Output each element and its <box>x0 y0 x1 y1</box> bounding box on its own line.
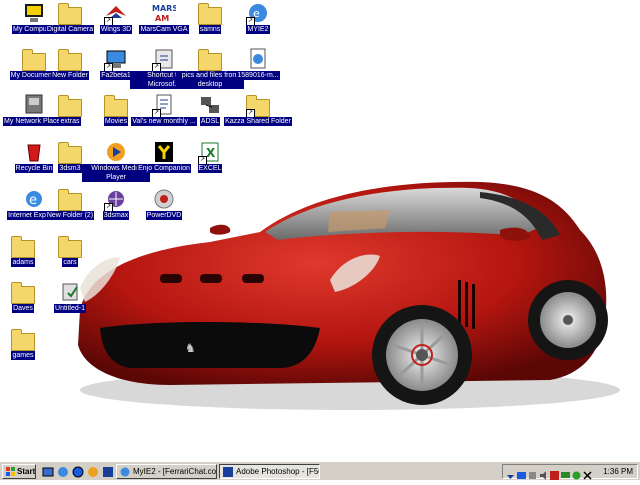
start-label: Start <box>17 467 36 476</box>
folder-icon: ↗ <box>246 94 270 118</box>
tray-arrow-icon[interactable] <box>506 467 515 479</box>
folder-icon <box>198 2 222 26</box>
desktop-icon-label: 1589016-m... <box>236 71 280 80</box>
desktop-icon-label: extras <box>59 117 81 126</box>
desktop-icon-label: games <box>11 351 35 360</box>
desktop-icon-label: samns <box>198 25 222 34</box>
taskbar: Start MyIE2 - [FerrariChat.com: ... Adob… <box>0 461 640 480</box>
adsl-icon <box>198 94 222 118</box>
excel-icon: X ↗ <box>198 141 222 165</box>
desktop-icon-label: Fa2beta1 <box>100 71 132 80</box>
desktop-icon-powerdvd[interactable]: PowerDVD <box>130 188 198 234</box>
3dsmax-icon: ↗ <box>104 188 128 212</box>
desktop-icon-games[interactable]: games <box>0 328 57 374</box>
tray-web-icon[interactable] <box>517 467 526 479</box>
shortcut-icon: ↗ <box>152 48 176 72</box>
folder-icon <box>11 235 35 259</box>
desktop-icon-label: Untitled-1 <box>54 304 86 313</box>
desktop-icon-label: Wings 3D <box>99 25 133 34</box>
desktop-icon-label: Daves <box>12 304 34 313</box>
desktop-icon-label: cars <box>62 258 78 267</box>
folder-icon <box>104 94 128 118</box>
tray-volume-icon[interactable] <box>539 467 548 480</box>
desktop-icon-label: 3dsm3 <box>58 164 82 173</box>
taskbar-button-myie2[interactable]: MyIE2 - [FerrariChat.com: ... <box>116 464 217 479</box>
desktop-icon-label: 3dsmax <box>102 211 130 220</box>
desktop-icon-label: EXCEL <box>197 164 223 173</box>
system-tray: 1:36 PM <box>502 464 638 480</box>
enjo-icon <box>152 141 176 165</box>
desktop-icon-label: PowerDVD <box>145 211 183 220</box>
powerdvd-icon <box>152 188 176 212</box>
desktop: ♞ My Computer Digital Camera ↗ Wings 3D … <box>0 0 640 461</box>
myie2-icon <box>120 467 130 477</box>
desktop-icon-1589016[interactable]: 1589016-m... <box>224 48 292 94</box>
document-icon: ↗ <box>152 94 176 118</box>
folder-icon <box>58 94 82 118</box>
marscam-icon: MARS AM <box>152 2 178 26</box>
desktop-icon-label: Movies <box>103 117 129 126</box>
photoshop-file-icon <box>58 281 82 305</box>
fa2beta1-icon: ↗ <box>104 48 128 72</box>
outlook-icon[interactable] <box>72 465 84 478</box>
svg-text:MARS: MARS <box>152 4 176 13</box>
media-player-icon[interactable] <box>87 465 99 477</box>
start-button[interactable]: Start <box>2 464 36 479</box>
folder-icon <box>198 48 222 72</box>
tray-close-icon[interactable] <box>583 467 592 480</box>
web-file-icon <box>246 48 270 72</box>
folder-icon <box>11 281 35 305</box>
folder-icon <box>58 235 82 259</box>
tray-antivirus-icon[interactable] <box>550 467 559 480</box>
media-player-icon <box>104 141 128 165</box>
desktop-icon-excel[interactable]: X ↗ EXCEL <box>176 141 244 187</box>
desktop-icon-label: ADSL <box>199 117 221 126</box>
folder-icon <box>58 141 82 165</box>
desktop-icon-myie2[interactable]: e ↗ MYIE2 <box>224 2 292 48</box>
svg-text:AM: AM <box>155 14 169 23</box>
folder-icon <box>58 48 82 72</box>
tray-messenger-icon[interactable] <box>572 467 581 480</box>
svg-text:♞: ♞ <box>185 341 196 355</box>
tray-network-icon[interactable] <box>528 467 537 479</box>
svg-text:X: X <box>206 146 216 160</box>
desktop-icon-label: MYIE2 <box>246 25 270 34</box>
photoshop-icon <box>223 467 233 477</box>
desktop-icon-untitled-1[interactable]: Untitled-1 <box>36 281 104 327</box>
desktop-icon-label: Kazza Shared Folder <box>224 117 292 126</box>
taskbar-button-label: MyIE2 - [FerrariChat.com: ... <box>133 467 217 476</box>
myie2-icon: e ↗ <box>246 2 270 26</box>
folder-icon <box>11 328 35 352</box>
taskbar-button-photoshop[interactable]: Adobe Photoshop - [F50 s... <box>219 464 320 479</box>
desktop-icon-cars[interactable]: cars <box>36 235 104 281</box>
clock[interactable]: 1:36 PM <box>603 465 633 478</box>
photoshop-icon[interactable] <box>102 465 114 477</box>
wings3d-icon: ↗ <box>104 2 128 26</box>
desktop-icon-kazza[interactable]: ↗ Kazza Shared Folder <box>224 94 292 140</box>
tray-monitor-icon[interactable] <box>561 467 570 478</box>
taskbar-button-label: Adobe Photoshop - [F50 s... <box>236 467 319 476</box>
desktop-icon-label: adams <box>11 258 35 267</box>
windows-logo-icon <box>6 467 16 477</box>
folder-icon <box>58 188 82 212</box>
internet-explorer-icon[interactable] <box>57 465 69 477</box>
folder-icon <box>58 2 82 26</box>
show-desktop-icon[interactable] <box>42 465 54 477</box>
